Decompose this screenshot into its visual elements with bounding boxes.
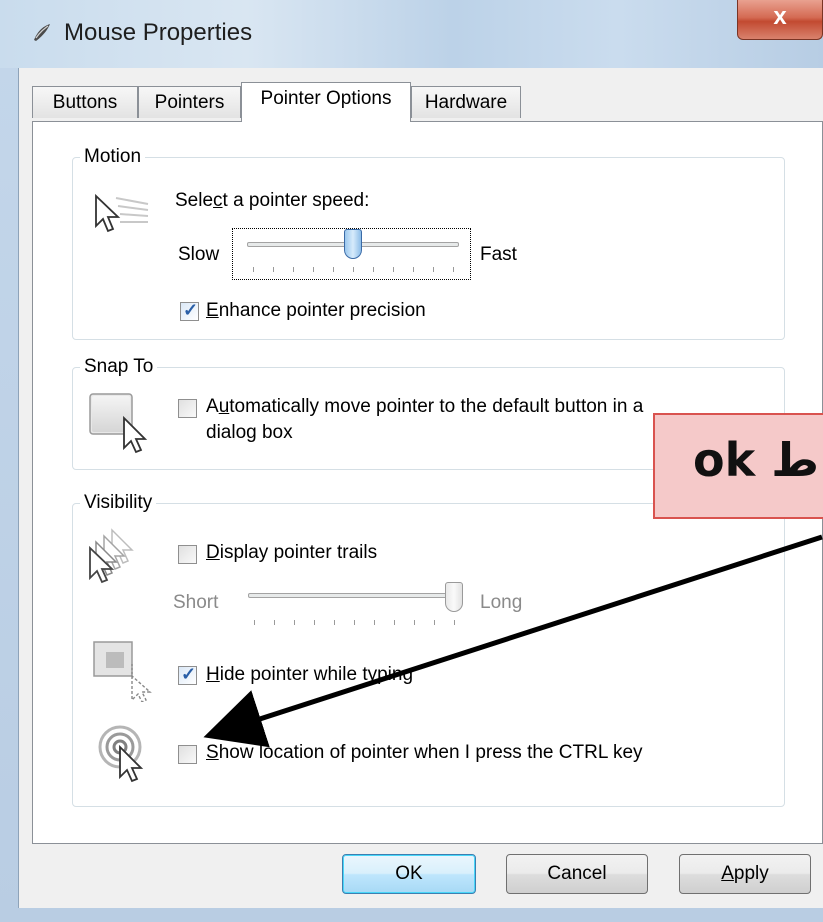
- mouse-properties-window: Mouse Properties x Buttons Pointers Poin…: [0, 0, 823, 922]
- tab-label: Pointer Options: [260, 88, 392, 109]
- annotation-arrow-icon: [203, 534, 823, 748]
- tab-pointer-options[interactable]: Pointer Options: [241, 82, 411, 122]
